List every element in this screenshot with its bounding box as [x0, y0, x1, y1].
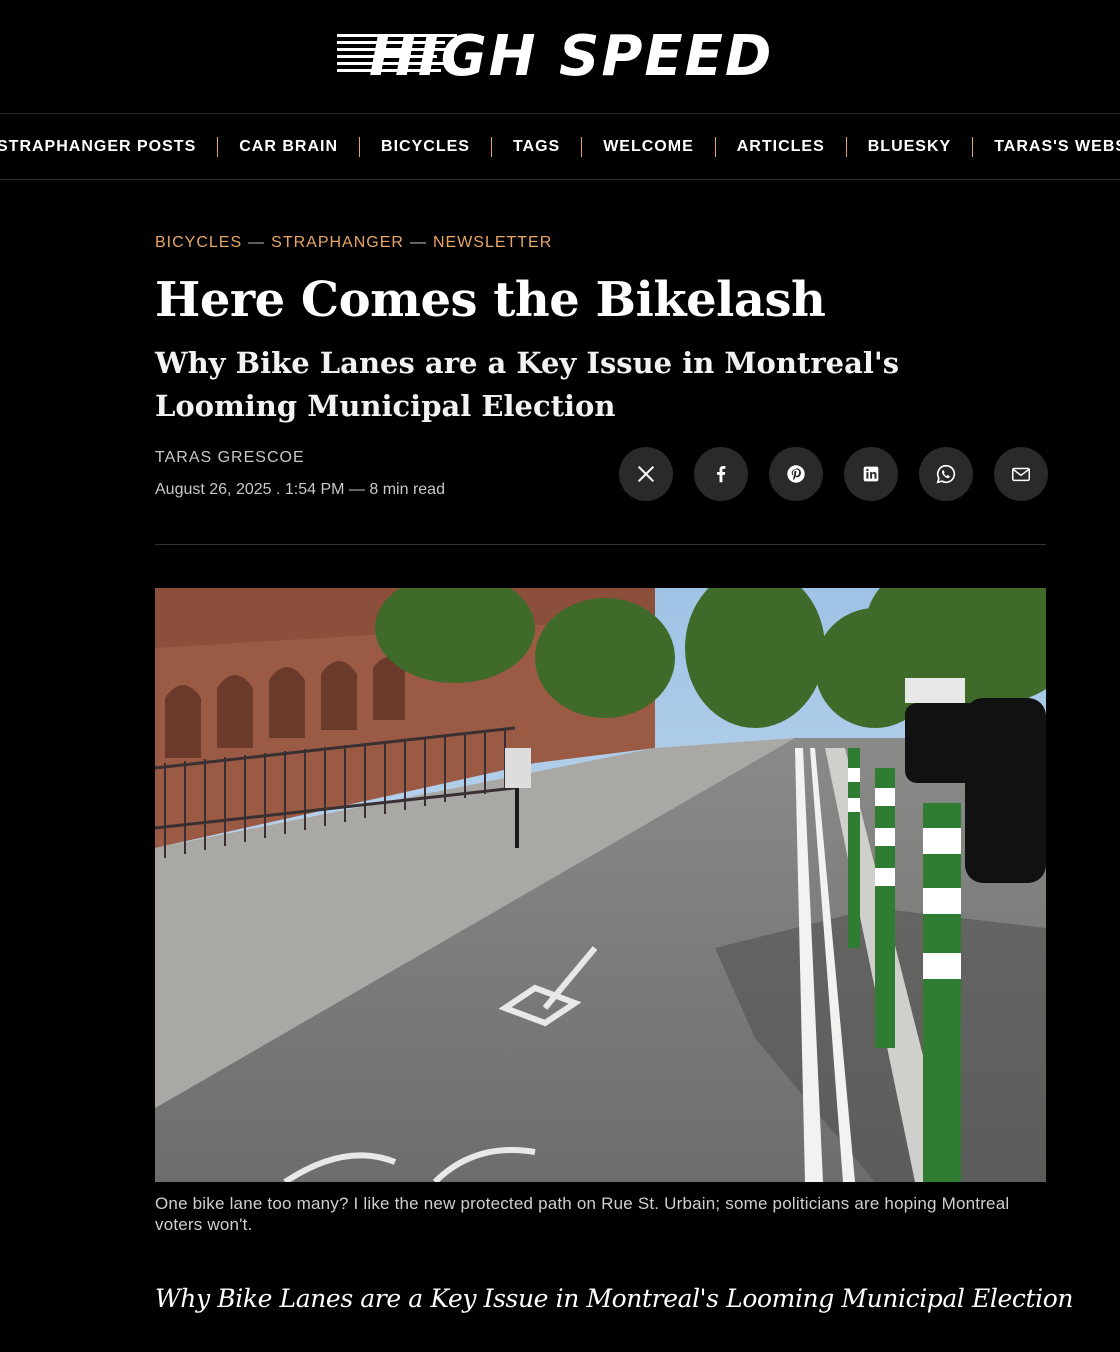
share-facebook-button[interactable] — [694, 447, 748, 501]
article-subtitle: Why Bike Lanes are a Key Issue in Montre… — [155, 346, 900, 423]
tag-link-bicycles[interactable]: BICYCLES — [155, 234, 242, 251]
meta-separator: — — [348, 481, 365, 498]
nav-item-welcome[interactable]: WELCOME — [582, 137, 715, 157]
image-caption: One bike lane too many? I like the new p… — [155, 1194, 1010, 1234]
nav-item-straphanger-posts[interactable]: STRAPHANGER POSTS — [0, 137, 217, 157]
author-name[interactable]: TARAS GRESCOE — [155, 449, 305, 467]
tag-link-straphanger[interactable]: STRAPHANGER — [271, 234, 404, 251]
whatsapp-icon — [936, 464, 956, 484]
site-logo[interactable]: HIGH SPEED — [337, 26, 867, 88]
email-icon — [1012, 467, 1030, 482]
share-buttons — [619, 447, 1048, 501]
x-icon — [637, 465, 655, 483]
nav-item-tags[interactable]: TAGS — [492, 137, 581, 157]
article-lede: Why Bike Lanes are a Key Issue in Montre… — [155, 1284, 1074, 1313]
linkedin-icon — [863, 466, 879, 482]
nav-item-bicycles[interactable]: BICYCLES — [360, 137, 491, 157]
logo-text: HIGH SPEED — [369, 24, 774, 89]
share-pinterest-button[interactable] — [769, 447, 823, 501]
feature-image-bike-lane — [155, 588, 1046, 1182]
header-divider — [155, 544, 1046, 545]
site-header: HIGH SPEED — [0, 0, 1120, 114]
share-whatsapp-button[interactable] — [919, 447, 973, 501]
main-nav: STRAPHANGER POSTS CAR BRAIN BICYCLES TAG… — [0, 114, 1120, 180]
facebook-icon — [717, 466, 726, 483]
article-meta: August 26, 2025 . 1:54 PM — 8 min read — [155, 481, 445, 499]
tag-link-newsletter[interactable]: NEWSLETTER — [433, 234, 552, 251]
nav-item-car-brain[interactable]: CAR BRAIN — [218, 137, 359, 157]
publish-date: August 26, 2025 . 1:54 PM — [155, 481, 345, 498]
share-linkedin-button[interactable] — [844, 447, 898, 501]
article-title: Here Comes the Bikelash — [155, 272, 826, 328]
share-x-button[interactable] — [619, 447, 673, 501]
nav-item-taras-website[interactable]: TARAS'S WEBSITE — [973, 137, 1120, 157]
pinterest-icon — [787, 465, 805, 483]
read-time: 8 min read — [369, 481, 445, 498]
tag-separator: — — [248, 234, 266, 251]
nav-item-articles[interactable]: ARTICLES — [716, 137, 846, 157]
tag-separator: — — [409, 234, 427, 251]
nav-item-bluesky[interactable]: BLUESKY — [847, 137, 972, 157]
share-email-button[interactable] — [994, 447, 1048, 501]
article-tags: BICYCLES — STRAPHANGER — NEWSLETTER — [155, 234, 552, 252]
